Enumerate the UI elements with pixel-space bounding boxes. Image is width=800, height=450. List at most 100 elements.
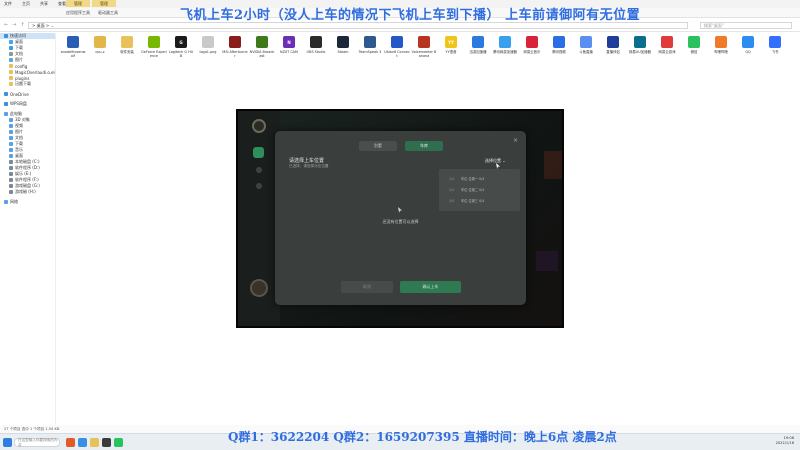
close-icon[interactable]: ×	[513, 137, 518, 144]
back-icon[interactable]: ←	[4, 22, 8, 28]
taskbar-search[interactable]: 在这里输入你要搜索的内容	[14, 438, 60, 447]
sidebar-item-label: plugins	[15, 75, 30, 81]
position-dropdown[interactable]: 选择位置 ⌄	[485, 158, 506, 164]
home-icon[interactable]	[253, 147, 264, 158]
desktop-file[interactable]: 迅游加速器	[465, 36, 491, 54]
desktop-file[interactable]: 飞书	[762, 36, 788, 54]
position-option[interactable]: 2/4 车位-位置二 0/4	[439, 184, 520, 195]
desktop-file[interactable]: OBS Studio	[303, 36, 329, 54]
file-name: 网易云游戏	[658, 50, 676, 54]
file-name: Steam	[337, 50, 349, 54]
confirm-button[interactable]: 确认上车	[400, 281, 461, 293]
address-bar[interactable]: > 桌面 > ...	[28, 22, 688, 29]
position-option[interactable]: 1/4 车位-位置一 0/4	[439, 173, 520, 184]
option-label: 车位-位置二 0/4	[461, 188, 485, 192]
file-name: MSI Afterburner	[222, 50, 248, 58]
desktop-file[interactable]: YY YY语音	[438, 36, 464, 54]
folder-icon	[9, 124, 13, 128]
desktop-file[interactable]: Steam	[330, 36, 356, 54]
desktop-file[interactable]: MSI Afterburner	[222, 36, 248, 58]
system-tray[interactable]: 19:06 2022/1/16	[776, 436, 794, 446]
file-icon	[715, 36, 727, 48]
context-tab-manage-2[interactable]: 管理	[92, 0, 116, 7]
file-icon	[499, 36, 511, 48]
modal-heading: 请选择上车位置	[289, 158, 325, 164]
file-name: cpu-z	[95, 50, 105, 54]
taskbar-app-icon-1[interactable]	[66, 438, 75, 447]
desktop-file[interactable]: 腾讯网游加速器	[492, 36, 518, 54]
ribbon-app-tools[interactable]: 应用程序工具	[66, 10, 90, 16]
file-name: 直播伴侣	[606, 50, 620, 54]
folder-icon	[9, 52, 13, 56]
desktop-file[interactable]: 网易云游戏	[654, 36, 680, 54]
desktop-file[interactable]: 网易UU加速器	[627, 36, 653, 54]
file-name: 腾讯视频	[552, 50, 566, 54]
desktop-file[interactable]: 微信	[681, 36, 707, 54]
sidebar-item[interactable]: 网络	[0, 199, 55, 205]
file-icon	[661, 36, 673, 48]
desktop-file[interactable]: 哔哩哔哩	[708, 36, 734, 54]
file-name: anadelfrozenwolf	[60, 50, 86, 58]
desktop-file[interactable]: 直播伴侣	[600, 36, 626, 54]
background-art	[544, 151, 562, 179]
file-icon	[67, 36, 79, 48]
file-icon	[391, 36, 403, 48]
search-input[interactable]: 搜索"桌面"	[700, 22, 792, 29]
file-icon: G	[175, 36, 187, 48]
sidebar-item-label: 迅雷下载	[15, 81, 31, 86]
file-icon	[148, 36, 160, 48]
desktop-file[interactable]: G Logitech G HUB	[168, 36, 194, 58]
background-art-2	[536, 251, 558, 271]
sidebar-item-label: 网络	[10, 199, 18, 204]
folder-icon	[9, 178, 13, 182]
taskbar-app-icon-2[interactable]	[78, 438, 87, 447]
file-icon	[418, 36, 430, 48]
file-icon	[526, 36, 538, 48]
desktop-file[interactable]: 腾讯视频	[546, 36, 572, 54]
nav-icon-1[interactable]	[256, 167, 262, 173]
desktop-file[interactable]: anadelfrozenwolf	[60, 36, 86, 58]
cancel-button[interactable]: 取消	[341, 281, 393, 293]
navigation-pane: 快速访问 桌面 下载 文档 图片 config MagicOverlaudi.o.elo pl…	[0, 33, 56, 425]
ribbon-tab[interactable]: 共享	[40, 1, 48, 7]
user-avatar[interactable]	[250, 279, 268, 297]
mouse-cursor-icon-2	[398, 207, 402, 213]
folder-icon	[9, 82, 13, 86]
desktop-file[interactable]: Ubisoft Connect	[384, 36, 410, 58]
desktop-file[interactable]: TeamSpeak 3	[357, 36, 383, 54]
context-tab-manage-1[interactable]: 管理	[66, 0, 90, 7]
tab-villa[interactable]: 别墅	[359, 141, 397, 151]
desktop-file[interactable]: logo1.png	[195, 36, 221, 54]
option-count: 2/4	[449, 187, 455, 192]
desktop-file[interactable]: 斗鱼直播	[573, 36, 599, 54]
desktop-file[interactable]: Voicemeeter Banana	[411, 36, 437, 58]
tab-garage[interactable]: 车库	[405, 141, 443, 151]
desktop-file[interactable]: NVIDIA Broadcast	[249, 36, 275, 58]
ribbon-drive-tools[interactable]: 驱动器工具	[98, 10, 118, 16]
file-icon	[634, 36, 646, 48]
taskbar-app-icon-3[interactable]	[102, 438, 111, 447]
file-icon: N	[283, 36, 295, 48]
ribbon-tab[interactable]: 查看	[58, 1, 66, 7]
ribbon-tab[interactable]: 主页	[22, 1, 30, 7]
desktop-file[interactable]: cpu-z	[87, 36, 113, 54]
desktop-file[interactable]: N NZXT CAM	[276, 36, 302, 54]
start-icon[interactable]	[3, 438, 12, 447]
file-icon	[310, 36, 322, 48]
nav-icon-2[interactable]	[256, 183, 262, 189]
forward-icon[interactable]: →	[12, 22, 16, 28]
folder-icon	[9, 40, 13, 44]
position-option[interactable]: 3/4 车位-位置三 0/4	[439, 195, 520, 206]
folder-icon	[9, 130, 13, 134]
up-icon[interactable]: ↑	[20, 22, 24, 28]
folder-icon	[9, 172, 13, 176]
folder-icon	[9, 190, 13, 194]
taskbar-app-icon-4[interactable]	[114, 438, 123, 447]
desktop-file[interactable]: 软件安装	[114, 36, 140, 54]
option-label: 车位-位置一 0/4	[461, 177, 485, 181]
desktop-file[interactable]: GeForce Experience	[141, 36, 167, 58]
desktop-file[interactable]: QQ	[735, 36, 761, 54]
desktop-file[interactable]: 网易云音乐	[519, 36, 545, 54]
ribbon-tab[interactable]: 文件	[4, 1, 12, 7]
folder-icon[interactable]	[90, 438, 99, 447]
